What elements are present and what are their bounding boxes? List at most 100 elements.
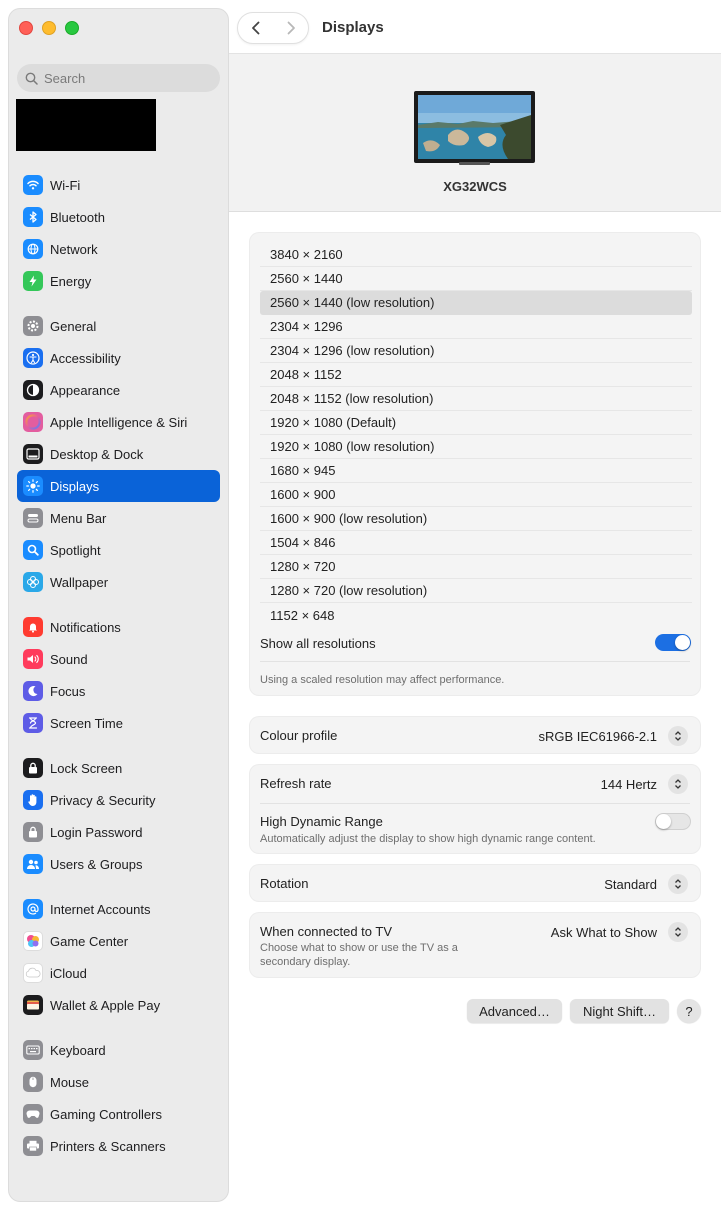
sidebar-item-screen-time[interactable]: Screen Time <box>17 707 220 739</box>
chevron-left-icon <box>251 21 259 35</box>
sidebar-item-label: Login Password <box>50 824 143 840</box>
resolution-option[interactable]: 2560 × 1440 (low resolution) <box>260 291 692 315</box>
resolution-option[interactable]: 2304 × 1296 (low resolution) <box>260 339 692 363</box>
sidebar-item-lock-screen[interactable]: Lock Screen <box>17 752 220 784</box>
sidebar-item-label: Wi-Fi <box>50 177 81 193</box>
sidebar-item-label: Energy <box>50 273 92 289</box>
sidebar-item-apple-intelligence-siri[interactable]: Apple Intelligence & Siri <box>17 406 220 438</box>
sidebar-item-label: iCloud <box>50 965 87 981</box>
up-down-chevron-icon <box>675 779 681 789</box>
resolution-option[interactable]: 1600 × 900 (low resolution) <box>260 507 692 531</box>
toggle-knob <box>675 635 690 650</box>
sidebar-item-wallet-apple-pay[interactable]: Wallet & Apple Pay <box>17 989 220 1021</box>
colour-profile-value[interactable]: sRGB IEC61966-2.1 <box>538 729 657 744</box>
sidebar-item-menu-bar[interactable]: Menu Bar <box>17 502 220 534</box>
minimize-window-button[interactable] <box>42 21 56 35</box>
sidebar-item-wi-fi[interactable]: Wi-Fi <box>17 169 220 201</box>
show-all-resolutions-toggle[interactable] <box>655 634 691 651</box>
refresh-rate-label: Refresh rate <box>260 776 332 791</box>
hdr-description: Automatically adjust the display to show… <box>260 833 596 845</box>
sidebar-item-keyboard[interactable]: Keyboard <box>17 1034 220 1066</box>
sidebar-item-notifications[interactable]: Notifications <box>17 611 220 643</box>
at-icon <box>23 899 43 919</box>
resolution-option[interactable]: 1920 × 1080 (Default) <box>260 411 692 435</box>
sidebar-item-network[interactable]: Network <box>17 233 220 265</box>
toggle-knob <box>656 814 671 829</box>
sidebar-item-privacy-security[interactable]: Privacy & Security <box>17 784 220 816</box>
show-all-resolutions-label: Show all resolutions <box>260 636 376 651</box>
refresh-rate-value[interactable]: 144 Hertz <box>601 777 657 792</box>
hdr-toggle[interactable] <box>655 813 691 830</box>
sidebar-item-sound[interactable]: Sound <box>17 643 220 675</box>
flower-icon <box>23 572 43 592</box>
sidebar-item-label: Notifications <box>50 619 121 635</box>
sidebar-item-login-password[interactable]: Login Password <box>17 816 220 848</box>
redacted-account-area[interactable] <box>16 99 156 151</box>
resolution-option[interactable]: 3840 × 2160 <box>260 243 692 267</box>
sidebar-item-label: Spotlight <box>50 542 101 558</box>
resolution-option[interactable]: 2048 × 1152 (low resolution) <box>260 387 692 411</box>
help-button[interactable]: ? <box>677 999 701 1023</box>
sidebar-item-label: Wallet & Apple Pay <box>50 997 161 1013</box>
sidebar-item-bluetooth[interactable]: Bluetooth <box>17 201 220 233</box>
sidebar-item-wallpaper[interactable]: Wallpaper <box>17 566 220 598</box>
sidebar-item-label: Screen Time <box>50 715 123 731</box>
rotation-value[interactable]: Standard <box>604 877 657 892</box>
lock-icon <box>23 758 43 778</box>
dock-icon <box>23 444 43 464</box>
sidebar-item-desktop-dock[interactable]: Desktop & Dock <box>17 438 220 470</box>
sidebar-item-focus[interactable]: Focus <box>17 675 220 707</box>
siri-icon <box>23 412 43 432</box>
sidebar-item-game-center[interactable]: Game Center <box>17 925 220 957</box>
up-down-chevron-icon <box>675 879 681 889</box>
tv-popup-button[interactable] <box>668 922 688 942</box>
sidebar-item-users-groups[interactable]: Users & Groups <box>17 848 220 880</box>
resolution-option[interactable]: 1504 × 846 <box>260 531 692 555</box>
divider <box>260 803 690 804</box>
resolution-option[interactable]: 2304 × 1296 <box>260 315 692 339</box>
page-title: Displays <box>322 19 384 36</box>
sidebar-item-icloud[interactable]: iCloud <box>17 957 220 989</box>
sidebar-item-label: Focus <box>50 683 86 699</box>
forward-button[interactable] <box>273 12 308 44</box>
sidebar-item-mouse[interactable]: Mouse <box>17 1066 220 1098</box>
sidebar-item-internet-accounts[interactable]: Internet Accounts <box>17 893 220 925</box>
zoom-window-button[interactable] <box>65 21 79 35</box>
sidebar-item-appearance[interactable]: Appearance <box>17 374 220 406</box>
sidebar-item-label: Accessibility <box>50 350 121 366</box>
sidebar-item-energy[interactable]: Energy <box>17 265 220 297</box>
resolution-option[interactable]: 1600 × 900 <box>260 483 692 507</box>
sidebar-item-gaming-controllers[interactable]: Gaming Controllers <box>17 1098 220 1130</box>
search-placeholder: Search <box>44 70 86 86</box>
search-field[interactable]: Search <box>17 64 220 92</box>
mouse-icon <box>23 1072 43 1092</box>
resolution-option[interactable]: 1920 × 1080 (low resolution) <box>260 435 692 459</box>
sidebar-item-label: Menu Bar <box>50 510 107 526</box>
rotation-popup-button[interactable] <box>668 874 688 894</box>
back-button[interactable] <box>238 12 273 44</box>
night-shift-button[interactable]: Night Shift… <box>570 999 669 1023</box>
refresh-rate-popup-button[interactable] <box>668 774 688 794</box>
energy-icon <box>23 271 43 291</box>
sidebar-item-spotlight[interactable]: Spotlight <box>17 534 220 566</box>
sidebar-item-general[interactable]: General <box>17 310 220 342</box>
sidebar-item-accessibility[interactable]: Accessibility <box>17 342 220 374</box>
scaled-resolution-note: Using a scaled resolution may affect per… <box>260 674 505 686</box>
resolution-option[interactable]: 1280 × 720 <box>260 555 692 579</box>
sidebar-item-label: Displays <box>50 478 100 494</box>
resolution-option[interactable]: 2560 × 1440 <box>260 267 692 291</box>
resolution-option[interactable]: 1680 × 945 <box>260 459 692 483</box>
monitor-thumbnail[interactable] <box>414 91 535 165</box>
tv-value[interactable]: Ask What to Show <box>551 925 657 940</box>
resolution-option[interactable]: 1280 × 720 (low resolution) <box>260 579 692 603</box>
colour-profile-popup-button[interactable] <box>668 726 688 746</box>
resolution-option[interactable]: 1152 × 648 <box>260 603 692 627</box>
close-window-button[interactable] <box>19 21 33 35</box>
sidebar-item-printers-scanners[interactable]: Printers & Scanners <box>17 1130 220 1162</box>
bluetooth-icon <box>23 207 43 227</box>
resolution-option[interactable]: 2048 × 1152 <box>260 363 692 387</box>
advanced-button[interactable]: Advanced… <box>467 999 562 1023</box>
up-down-chevron-icon <box>675 927 681 937</box>
display-name: XG32WCS <box>443 179 507 194</box>
sidebar-item-displays[interactable]: Displays <box>17 470 220 502</box>
